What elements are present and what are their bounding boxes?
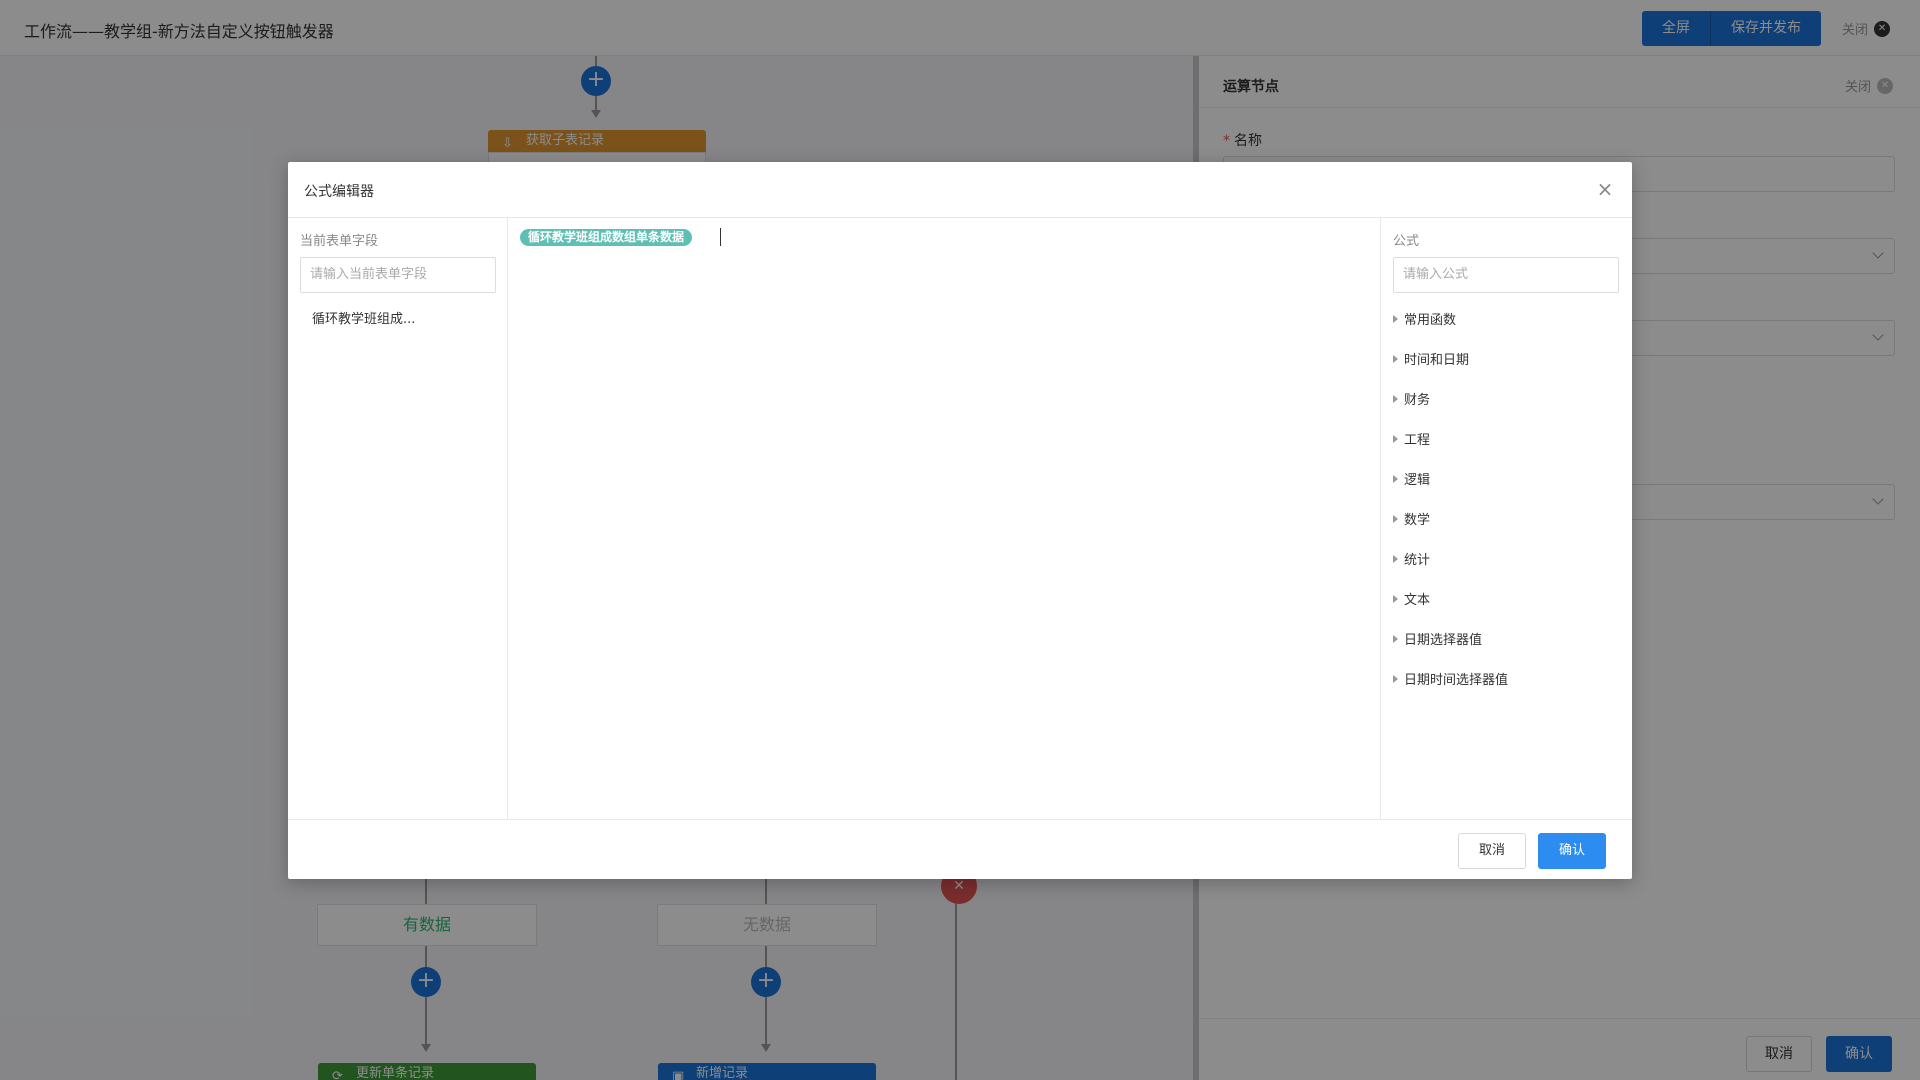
modal-header: 公式编辑器 × — [288, 162, 1632, 218]
field-chip[interactable]: 循环教学班组成数组单条数据 — [520, 229, 693, 246]
caret-right-icon — [1393, 394, 1398, 403]
modal-cancel-button[interactable]: 取消 — [1458, 833, 1527, 869]
category-label: 时间和日期 — [1404, 353, 1470, 368]
category-label: 逻辑 — [1404, 473, 1431, 488]
caret-right-icon — [1393, 554, 1398, 563]
form-field-search-input[interactable]: 请输入当前表单字段 — [300, 257, 496, 293]
category-label: 日期选择器值 — [1404, 633, 1483, 648]
form-fields-label: 当前表单字段 — [300, 234, 379, 249]
category-label: 常用函数 — [1404, 313, 1457, 328]
caret-right-icon — [1393, 314, 1398, 323]
modal-confirm-button[interactable]: 确认 — [1538, 833, 1607, 869]
caret-right-icon — [1393, 594, 1398, 603]
caret-right-icon — [1393, 354, 1398, 363]
category-label: 日期时间选择器值 — [1404, 673, 1509, 688]
form-fields-column: 当前表单字段 请输入当前表单字段 循环教学班组成... — [288, 218, 508, 819]
category-math[interactable]: 数学 — [1393, 509, 1430, 528]
formula-label: 公式 — [1393, 234, 1420, 249]
category-text[interactable]: 文本 — [1393, 589, 1430, 608]
caret-right-icon — [1393, 674, 1398, 683]
text-cursor — [720, 228, 721, 246]
category-common-functions[interactable]: 常用函数 — [1393, 309, 1456, 328]
modal-footer: 取消 确认 — [288, 819, 1632, 879]
category-label: 统计 — [1404, 553, 1431, 568]
category-label: 工程 — [1404, 433, 1431, 448]
category-label: 数学 — [1404, 513, 1431, 528]
category-statistics[interactable]: 统计 — [1393, 549, 1430, 568]
category-time-date[interactable]: 时间和日期 — [1393, 349, 1469, 368]
category-label: 财务 — [1404, 393, 1431, 408]
category-date-picker-value[interactable]: 日期选择器值 — [1393, 629, 1482, 648]
category-logic[interactable]: 逻辑 — [1393, 469, 1430, 488]
category-datetime-picker-value[interactable]: 日期时间选择器值 — [1393, 669, 1508, 688]
caret-right-icon — [1393, 514, 1398, 523]
category-label: 文本 — [1404, 593, 1431, 608]
form-field-item[interactable]: 循环教学班组成... — [312, 308, 415, 327]
modal-body: 当前表单字段 请输入当前表单字段 循环教学班组成... 循环教学班组成数组单条数… — [288, 218, 1632, 819]
modal-title: 公式编辑器 — [304, 184, 374, 200]
formula-editor-area[interactable]: 循环教学班组成数组单条数据 — [508, 218, 1381, 819]
formula-search-input[interactable]: 请输入公式 — [1393, 257, 1619, 293]
formula-editor-modal: 公式编辑器 × 当前表单字段 请输入当前表单字段 循环教学班组成... 循环教学… — [288, 162, 1632, 879]
caret-right-icon — [1393, 474, 1398, 483]
caret-right-icon — [1393, 434, 1398, 443]
category-engineering[interactable]: 工程 — [1393, 429, 1430, 448]
caret-right-icon — [1393, 634, 1398, 643]
category-finance[interactable]: 财务 — [1393, 389, 1430, 408]
modal-close-icon[interactable]: × — [1594, 178, 1616, 200]
formula-functions-column: 公式 请输入公式 常用函数 时间和日期 财务 工程 逻辑 数学 统计 文本 日期… — [1381, 218, 1632, 819]
